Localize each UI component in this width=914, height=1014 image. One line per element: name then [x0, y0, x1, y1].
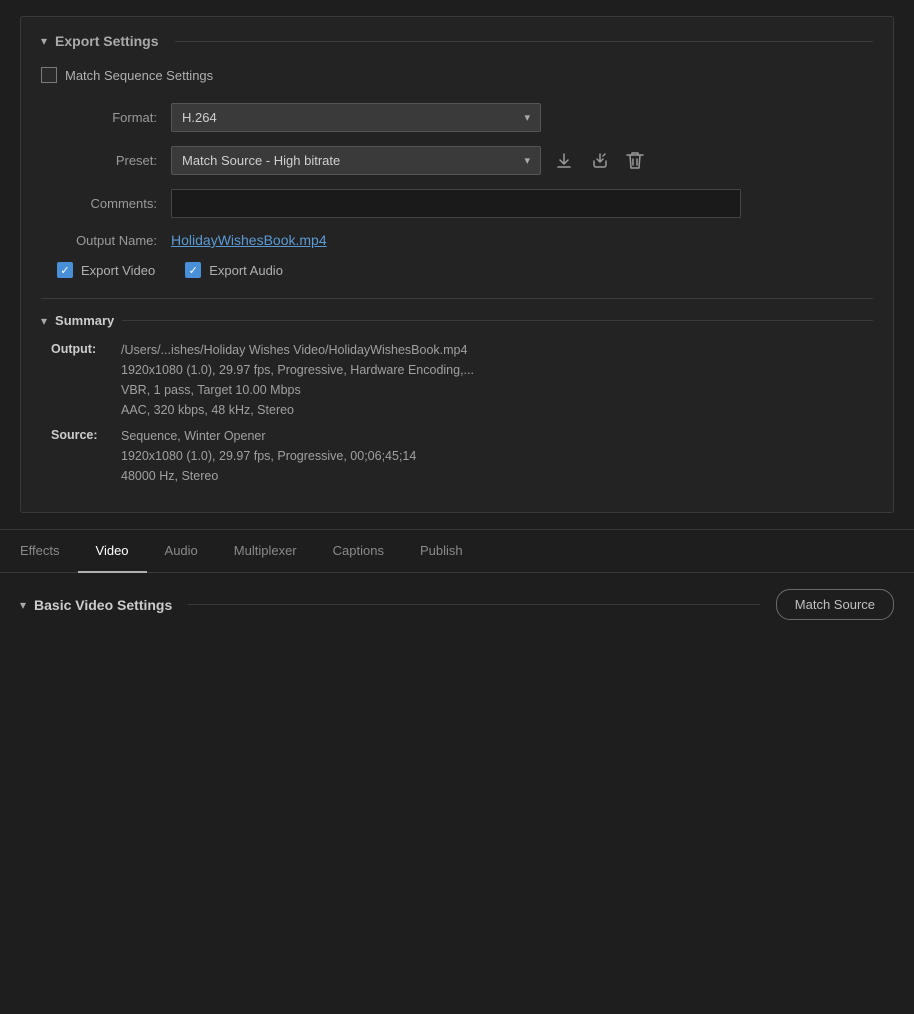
format-dropdown[interactable]: H.264 ▾ — [171, 103, 541, 132]
summary-output-value: /Users/...ishes/Holiday Wishes Video/Hol… — [121, 340, 474, 420]
save-preset-button[interactable] — [549, 147, 579, 175]
output-name-label: Output Name: — [41, 233, 171, 248]
video-section-left: ▾ Basic Video Settings — [20, 597, 172, 613]
comments-control-area — [171, 189, 873, 218]
comments-row: Comments: — [41, 189, 873, 218]
export-checks-row: ✓ Export Video ✓ Export Audio — [41, 262, 873, 278]
format-value: H.264 — [182, 110, 217, 125]
export-video-label: Export Video — [81, 263, 155, 278]
preset-dropdown[interactable]: Match Source - High bitrate ▾ — [171, 146, 541, 175]
export-settings-header: ▾ Export Settings — [41, 33, 873, 49]
export-audio-item: ✓ Export Audio — [185, 262, 283, 278]
output-name-control-area: HolidayWishesBook.mp4 — [171, 232, 873, 248]
export-audio-checkbox[interactable]: ✓ — [185, 262, 201, 278]
format-dropdown-arrow: ▾ — [524, 111, 530, 124]
basic-video-settings-title: Basic Video Settings — [34, 597, 172, 613]
export-audio-label: Export Audio — [209, 263, 283, 278]
comments-label: Comments: — [41, 196, 171, 211]
match-sequence-label: Match Sequence Settings — [65, 68, 213, 83]
format-label: Format: — [41, 110, 171, 125]
summary-output-row: Output: /Users/...ishes/Holiday Wishes V… — [51, 340, 873, 420]
preset-control-area: Match Source - High bitrate ▾ — [171, 146, 873, 175]
match-sequence-checkbox[interactable] — [41, 67, 57, 83]
tabs-bar: Effects Video Audio Multiplexer Captions… — [0, 529, 914, 573]
summary-output-label: Output: — [51, 340, 121, 420]
import-preset-button[interactable] — [585, 147, 615, 175]
export-settings-title: Export Settings — [55, 33, 158, 49]
export-settings-panel: ▾ Export Settings Match Sequence Setting… — [20, 16, 894, 513]
header-divider — [175, 41, 874, 42]
summary-source-label: Source: — [51, 426, 121, 486]
tab-multiplexer[interactable]: Multiplexer — [216, 529, 315, 573]
import-preset-icon — [590, 151, 610, 171]
summary-source-line1: Sequence, Winter Opener — [121, 426, 416, 446]
save-preset-icon — [554, 151, 574, 171]
preset-value: Match Source - High bitrate — [182, 153, 340, 168]
export-video-checkbox[interactable]: ✓ — [57, 262, 73, 278]
summary-source-row: Source: Sequence, Winter Opener 1920x108… — [51, 426, 873, 486]
export-video-item: ✓ Export Video — [57, 262, 155, 278]
video-settings-section: ▾ Basic Video Settings Match Source — [20, 573, 894, 620]
tab-publish[interactable]: Publish — [402, 529, 481, 573]
summary-divider — [122, 320, 873, 321]
export-settings-chevron[interactable]: ▾ — [41, 34, 47, 48]
output-name-link[interactable]: HolidayWishesBook.mp4 — [171, 232, 327, 248]
summary-output-line3: VBR, 1 pass, Target 10.00 Mbps — [121, 380, 474, 400]
summary-title: Summary — [55, 313, 114, 328]
preset-label: Preset: — [41, 153, 171, 168]
summary-content: Output: /Users/...ishes/Holiday Wishes V… — [41, 340, 873, 486]
main-panel: ▾ Export Settings Match Sequence Setting… — [0, 16, 914, 620]
comments-input[interactable] — [171, 189, 741, 218]
delete-preset-icon — [626, 151, 644, 171]
summary-header: ▾ Summary — [41, 313, 873, 328]
video-settings-chevron[interactable]: ▾ — [20, 598, 26, 612]
match-sequence-row: Match Sequence Settings — [41, 67, 873, 83]
tab-effects[interactable]: Effects — [20, 529, 78, 573]
tab-audio[interactable]: Audio — [147, 529, 216, 573]
delete-preset-button[interactable] — [621, 147, 649, 175]
video-section-header: ▾ Basic Video Settings Match Source — [20, 589, 894, 620]
summary-output-path: /Users/...ishes/Holiday Wishes Video/Hol… — [121, 340, 474, 360]
output-name-row: Output Name: HolidayWishesBook.mp4 — [41, 232, 873, 248]
summary-source-line3: 48000 Hz, Stereo — [121, 466, 416, 486]
tab-captions[interactable]: Captions — [315, 529, 402, 573]
summary-section: ▾ Summary Output: /Users/...ishes/Holida… — [41, 298, 873, 486]
preset-dropdown-arrow: ▾ — [524, 154, 530, 167]
format-control-area: H.264 ▾ — [171, 103, 873, 132]
format-row: Format: H.264 ▾ — [41, 103, 873, 132]
preset-row: Preset: Match Source - High bitrate ▾ — [41, 146, 873, 175]
preset-actions — [549, 147, 649, 175]
summary-output-line2: 1920x1080 (1.0), 29.97 fps, Progressive,… — [121, 360, 474, 380]
tab-video[interactable]: Video — [78, 529, 147, 573]
summary-source-line2: 1920x1080 (1.0), 29.97 fps, Progressive,… — [121, 446, 416, 466]
summary-chevron[interactable]: ▾ — [41, 314, 47, 328]
summary-source-value: Sequence, Winter Opener 1920x1080 (1.0),… — [121, 426, 416, 486]
summary-output-line4: AAC, 320 kbps, 48 kHz, Stereo — [121, 400, 474, 420]
video-section-divider — [188, 604, 760, 605]
match-source-button[interactable]: Match Source — [776, 589, 894, 620]
